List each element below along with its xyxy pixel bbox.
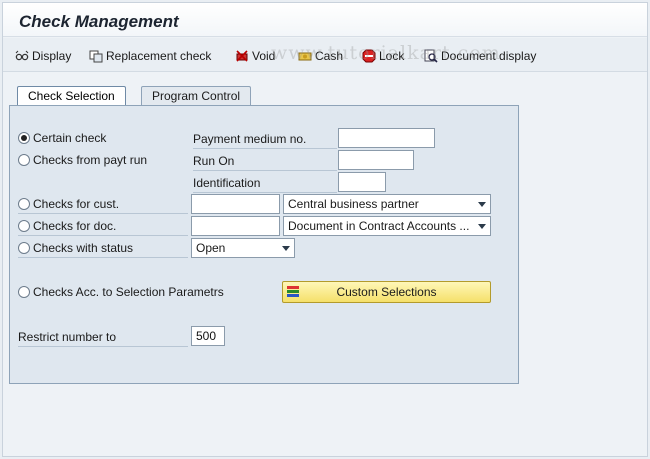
- title-bar: Check Management: [3, 3, 647, 37]
- cash-button[interactable]: Cash: [298, 47, 343, 65]
- document-display-label: Document display: [441, 49, 537, 63]
- radio-certain-check[interactable]: [18, 132, 30, 144]
- checks-for-doc-label: Checks for doc.: [33, 219, 117, 233]
- replacement-check-button[interactable]: Replacement check: [89, 47, 211, 65]
- status-value: Open: [196, 241, 226, 255]
- checks-with-status-option[interactable]: Checks with status: [18, 241, 133, 255]
- run-on-label: Run On: [193, 154, 235, 168]
- divider: [193, 192, 337, 193]
- radio-checks-acc-selection[interactable]: [18, 286, 30, 298]
- radio-checks-for-doc[interactable]: [18, 220, 30, 232]
- custom-selections-label: Custom Selections: [336, 285, 437, 299]
- tab-check-selection[interactable]: Check Selection: [17, 86, 126, 106]
- payment-medium-no-label: Payment medium no.: [193, 132, 307, 146]
- certain-check-option[interactable]: Certain check: [18, 131, 106, 145]
- checks-from-payt-run-option[interactable]: Checks from payt run: [18, 153, 147, 167]
- display-button[interactable]: Display: [15, 47, 71, 65]
- radio-checks-for-cust[interactable]: [18, 198, 30, 210]
- radio-checks-from-payt-run[interactable]: [18, 154, 30, 166]
- void-button[interactable]: Void: [235, 47, 275, 65]
- lock-button[interactable]: Lock: [362, 47, 404, 65]
- document-type-value: Document in Contract Accounts ...: [288, 219, 470, 233]
- tab-program-control[interactable]: Program Control: [141, 86, 252, 105]
- checks-for-doc-option[interactable]: Checks for doc.: [18, 219, 116, 233]
- document-type-select[interactable]: Document in Contract Accounts ...: [283, 216, 491, 236]
- cash-label: Cash: [315, 49, 344, 63]
- restrict-number-label: Restrict number to: [18, 330, 117, 344]
- custom-selections-button[interactable]: Custom Selections: [282, 281, 491, 303]
- display-label: Display: [32, 49, 72, 63]
- lock-label: Lock: [379, 49, 405, 63]
- checks-with-status-label: Checks with status: [33, 241, 134, 255]
- document-display-button[interactable]: Document display: [424, 47, 536, 65]
- checks-for-cust-label: Checks for cust.: [33, 197, 120, 211]
- run-on-input[interactable]: [338, 150, 414, 170]
- cash-icon: [298, 49, 312, 63]
- selection-icon: [286, 285, 300, 302]
- document-input[interactable]: [191, 216, 280, 236]
- glasses-icon: [15, 49, 29, 63]
- checks-acc-selection-label: Checks Acc. to Selection Parametrs: [33, 285, 224, 299]
- void-label: Void: [252, 49, 276, 63]
- document-search-icon: [424, 49, 438, 63]
- replacement-check-label: Replacement check: [106, 49, 212, 63]
- radio-checks-with-status[interactable]: [18, 242, 30, 254]
- identification-input[interactable]: [338, 172, 386, 192]
- chevron-down-icon: [478, 224, 486, 229]
- divider: [18, 346, 188, 347]
- stop-icon: [362, 49, 376, 63]
- checks-for-cust-option[interactable]: Checks for cust.: [18, 197, 119, 211]
- identification-label: Identification: [193, 176, 261, 190]
- divider: [18, 257, 188, 258]
- checks-from-payt-run-label: Checks from payt run: [33, 153, 148, 167]
- divider: [193, 148, 337, 149]
- customer-type-select[interactable]: Central business partner: [283, 194, 491, 214]
- restrict-number-input[interactable]: 500: [191, 326, 225, 346]
- status-select[interactable]: Open: [191, 238, 295, 258]
- page-title: Check Management: [19, 12, 179, 31]
- divider: [18, 213, 188, 214]
- certain-check-label: Certain check: [33, 131, 107, 145]
- chevron-down-icon: [478, 202, 486, 207]
- void-icon: [235, 49, 249, 63]
- payment-medium-no-input[interactable]: [338, 128, 435, 148]
- app-window: Check Management Display Replacement che…: [2, 2, 648, 457]
- chevron-down-icon: [282, 246, 290, 251]
- divider: [193, 170, 337, 171]
- customer-type-value: Central business partner: [288, 197, 419, 211]
- application-toolbar: Display Replacement check Void Cash Lock: [3, 38, 647, 72]
- divider: [18, 235, 188, 236]
- checks-acc-selection-option[interactable]: Checks Acc. to Selection Parametrs: [18, 285, 224, 299]
- check-selection-panel: Certain check Payment medium no. Checks …: [9, 105, 519, 384]
- replacement-check-icon: [89, 49, 103, 63]
- customer-input[interactable]: [191, 194, 280, 214]
